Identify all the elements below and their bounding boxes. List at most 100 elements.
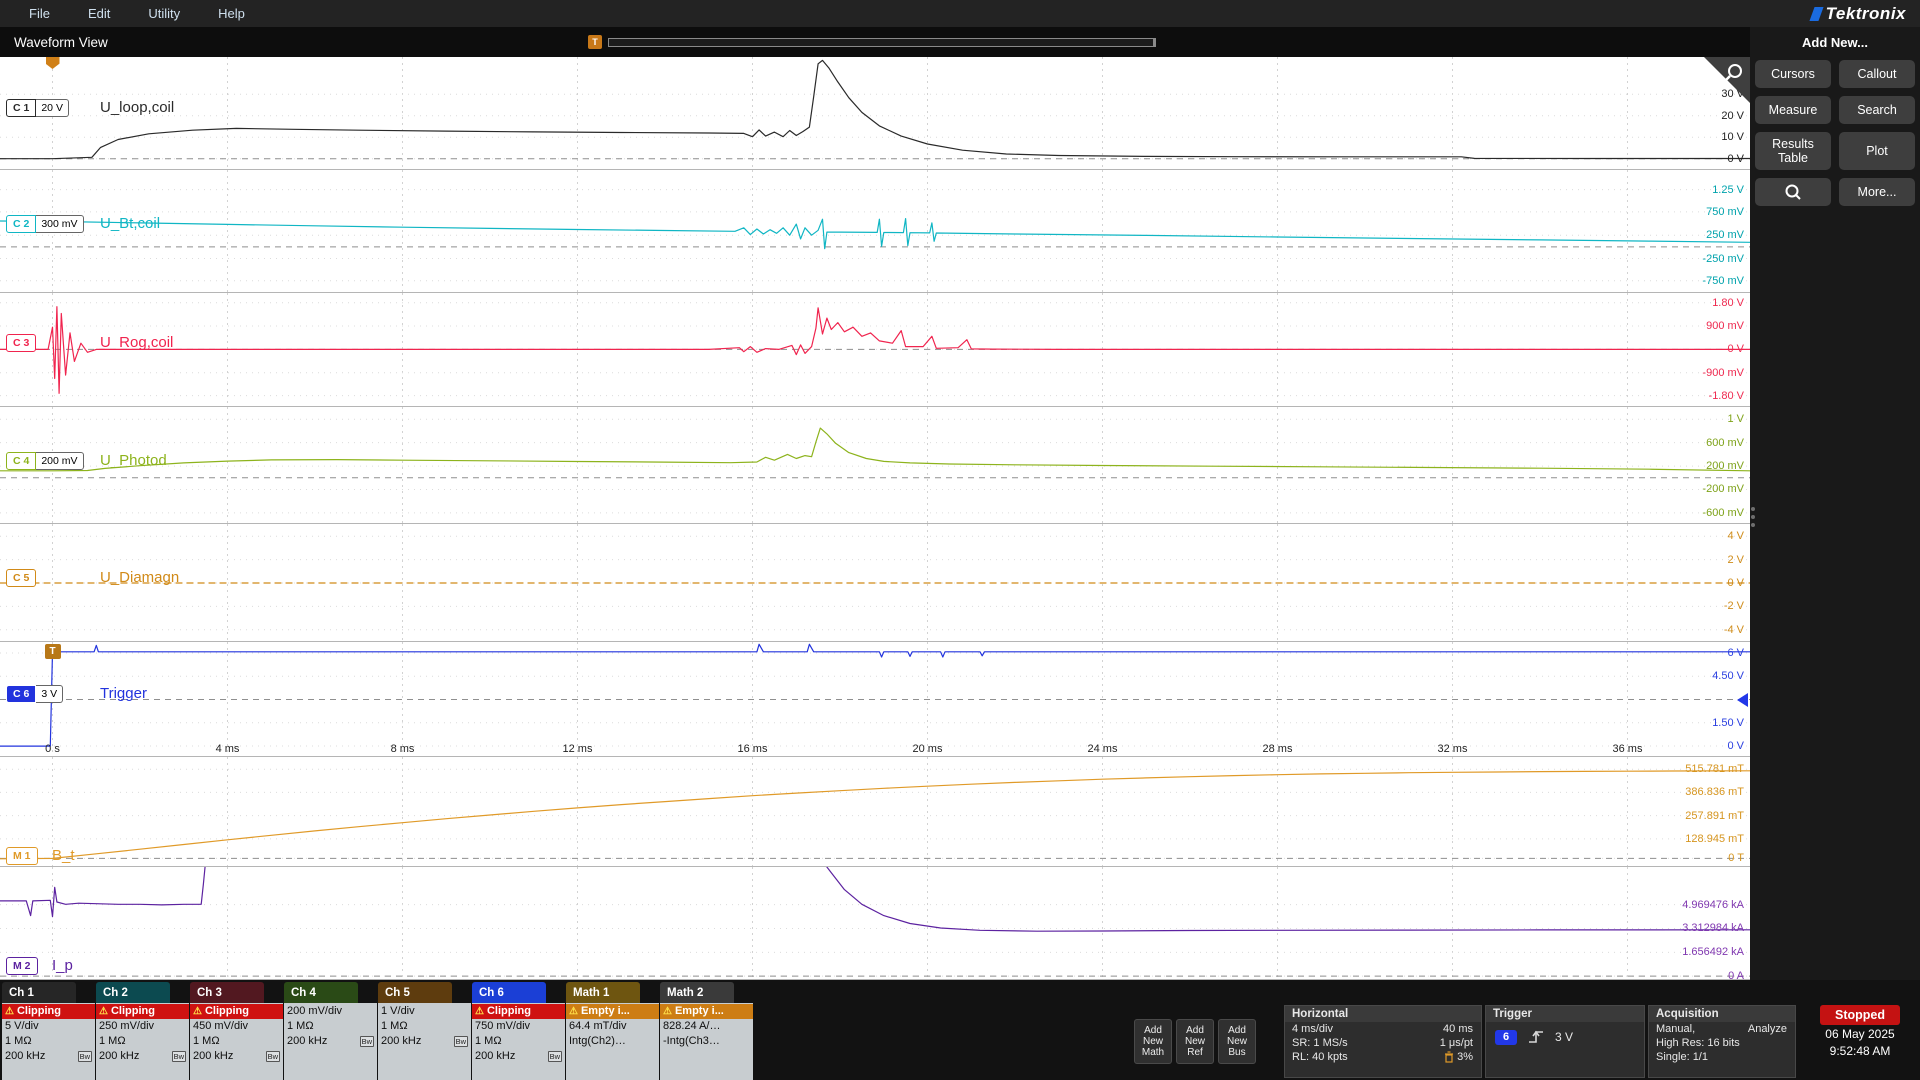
plot-button[interactable]: Plot — [1839, 132, 1915, 170]
acquisition-title: Acquisition — [1649, 1006, 1795, 1022]
scale-label-ch4: 200 mV — [1706, 459, 1744, 473]
panel-row: 200 kHzBw — [190, 1049, 283, 1064]
channel-info-panel-math2[interactable]: ⚠Empty i...828.24 A/…-Intg(Ch3… — [660, 1003, 753, 1080]
waveform-slice-ch4: 1 V600 mV200 mV-200 mV-600 mVC 4200 mVU_… — [0, 407, 1750, 524]
channel-info-panel-ch4[interactable]: 200 mV/div1 MΩ200 kHzBw — [284, 1003, 377, 1080]
channel-tab-ch5[interactable]: Ch 5 — [378, 982, 452, 1003]
panel-row-label: -Intg(Ch3… — [663, 1034, 720, 1049]
scale-label-ch4: 600 mV — [1706, 436, 1744, 450]
channel-badge-ch6[interactable]: C 63 V — [6, 685, 63, 703]
add-new-math-button[interactable]: Add New Math — [1134, 1019, 1172, 1064]
channel-tabs-row: Ch 1 Ch 2 Ch 3 Ch 4 Ch 5 Ch 6 Math 1 Math 2 — [0, 980, 1920, 1003]
horizontal-window: 40 ms — [1443, 1023, 1473, 1035]
channel-panels-row: ⚠Clipping5 V/div1 MΩ200 kHzBw⚠Clipping25… — [0, 1003, 1920, 1080]
trigger-panel[interactable]: Trigger 6 3 V — [1485, 1005, 1645, 1078]
horizontal-sample-rate: SR: 1 MS/s — [1292, 1037, 1348, 1049]
horizontal-percent: 3% — [1457, 1051, 1473, 1063]
results-table-button[interactable]: Results Table — [1755, 132, 1831, 170]
scale-label-ch6: 1.50 V — [1712, 716, 1744, 730]
menu-utility[interactable]: Utility — [129, 6, 199, 21]
trace-canvas-m2 — [0, 867, 1750, 980]
horizontal-position-indicator[interactable]: T — [588, 35, 1156, 49]
channel-badge-id: M 1 — [6, 847, 38, 865]
trigger-title: Trigger — [1486, 1006, 1644, 1022]
channel-tab-ch1[interactable]: Ch 1 — [2, 982, 76, 1003]
warning-icon: ⚠ — [193, 1004, 202, 1019]
trace-canvas-ch4 — [0, 407, 1750, 524]
channel-badge-ch5[interactable]: C 5 — [6, 569, 36, 587]
bandwidth-icon: Bw — [78, 1051, 92, 1062]
menu-file[interactable]: File — [10, 6, 69, 21]
panel-row-label: 1 MΩ — [381, 1019, 408, 1034]
horizontal-title: Horizontal — [1285, 1006, 1481, 1022]
channel-info-panel-ch2[interactable]: ⚠Clipping250 mV/div1 MΩ200 kHzBw — [96, 1003, 189, 1080]
add-new-ref-button[interactable]: Add New Ref — [1176, 1019, 1214, 1064]
channel-badge-ch2[interactable]: C 2300 mV — [6, 215, 84, 233]
bottom-bar: Ch 1Ch 2Ch 3Ch 4Ch 5Ch 6Math 1Math 2 ⚠Cl… — [0, 980, 1920, 1080]
menu-edit[interactable]: Edit — [69, 6, 129, 21]
channel-info-panel-ch5[interactable]: 1 V/div1 MΩ200 kHzBw — [378, 1003, 471, 1080]
menu-help[interactable]: Help — [199, 6, 264, 21]
add-new-heading: Add New... — [1750, 35, 1920, 50]
scale-label-m1: 0 T — [1728, 851, 1744, 865]
zoom-button[interactable] — [1755, 178, 1831, 206]
more-button[interactable]: More... — [1839, 178, 1915, 206]
channel-badge-ch4[interactable]: C 4200 mV — [6, 452, 84, 470]
panel-row: 200 kHzBw — [378, 1034, 471, 1049]
channel-name-m1: B_t — [52, 847, 75, 864]
scale-label-ch6: 6 V — [1727, 646, 1744, 660]
channel-tab-ch2[interactable]: Ch 2 — [96, 982, 170, 1003]
panel-row-label: 64.4 mT/div — [569, 1019, 626, 1034]
record-view-bar[interactable] — [608, 38, 1156, 47]
channel-name-ch2: U_Bt,coil — [100, 215, 160, 232]
trace-canvas-ch2 — [0, 170, 1750, 293]
panel-row: 1 V/div — [378, 1004, 471, 1019]
channel-info-panel-ch1[interactable]: ⚠Clipping5 V/div1 MΩ200 kHzBw — [2, 1003, 95, 1080]
channel-badge-m1[interactable]: M 1 — [6, 847, 38, 865]
waveform-slice-m1: 515.781 mT386.836 mT257.891 mT128.945 mT… — [0, 757, 1750, 867]
channel-badge-id: C 4 — [6, 452, 36, 470]
cursors-button[interactable]: Cursors — [1755, 60, 1831, 88]
channel-badge-m2[interactable]: M 2 — [6, 957, 38, 975]
waveform-view-title: Waveform View — [14, 35, 108, 50]
panel-row-label: 200 mV/div — [287, 1004, 342, 1019]
run-stop-status[interactable]: Stopped — [1820, 1005, 1900, 1025]
trace-canvas-m1 — [0, 757, 1750, 867]
callout-button[interactable]: Callout — [1839, 60, 1915, 88]
channel-tab-ch4[interactable]: Ch 4 — [284, 982, 358, 1003]
time-axis-label: 36 ms — [1613, 743, 1643, 755]
tektronix-logo-mark — [1809, 7, 1823, 21]
zoom-overview-icon[interactable] — [1704, 57, 1750, 108]
scale-label-ch5: 2 V — [1727, 553, 1744, 567]
trigger-level-marker[interactable] — [1737, 693, 1748, 707]
channel-tab-ch3[interactable]: Ch 3 — [190, 982, 264, 1003]
scale-label-ch1: 10 V — [1721, 130, 1744, 144]
sidebar-buttons: Cursors Callout Measure Search Results Table… — [1750, 60, 1920, 206]
trace-m1 — [0, 771, 1750, 859]
trigger-source-badge[interactable]: 6 — [1495, 1030, 1517, 1045]
trigger-position-flag[interactable]: T — [588, 35, 602, 49]
measure-button[interactable]: Measure — [1755, 96, 1831, 124]
channel-tab-math2[interactable]: Math 2 — [660, 982, 734, 1003]
channel-info-panel-ch3[interactable]: ⚠Clipping450 mV/div1 MΩ200 kHzBw — [190, 1003, 283, 1080]
panel-row: 200 mV/div — [284, 1004, 377, 1019]
channel-badge-ch1[interactable]: C 120 V — [6, 99, 69, 117]
channel-badge-scale: 200 mV — [36, 452, 83, 470]
panel-row-label: Empty i... — [675, 1004, 724, 1019]
channel-badge-ch3[interactable]: C 3 — [6, 334, 36, 352]
acquisition-single: Single: 1/1 — [1656, 1051, 1708, 1063]
search-button[interactable]: Search — [1839, 96, 1915, 124]
channel-info-panel-ch6[interactable]: ⚠Clipping750 mV/div1 MΩ200 kHzBw — [472, 1003, 565, 1080]
scale-label-m1: 515.781 mT — [1685, 762, 1744, 776]
acquisition-panel[interactable]: Acquisition Manual, Analyze High Res: 16… — [1648, 1005, 1796, 1078]
horizontal-panel[interactable]: Horizontal 4 ms/div 40 ms SR: 1 MS/s 1 μ… — [1284, 1005, 1482, 1078]
channel-tab-math1[interactable]: Math 1 — [566, 982, 640, 1003]
add-new-bus-button[interactable]: Add New Bus — [1218, 1019, 1256, 1064]
panel-row-label: Clipping — [487, 1004, 531, 1019]
trigger-marker-badge[interactable]: T — [45, 644, 61, 659]
scale-label-m1: 386.836 mT — [1685, 785, 1744, 799]
tektronix-logo: Tektronix — [1812, 4, 1906, 24]
panel-splitter-handle[interactable] — [1751, 507, 1755, 527]
channel-info-panel-math1[interactable]: ⚠Empty i...64.4 mT/divIntg(Ch2)… — [566, 1003, 659, 1080]
channel-tab-ch6[interactable]: Ch 6 — [472, 982, 546, 1003]
